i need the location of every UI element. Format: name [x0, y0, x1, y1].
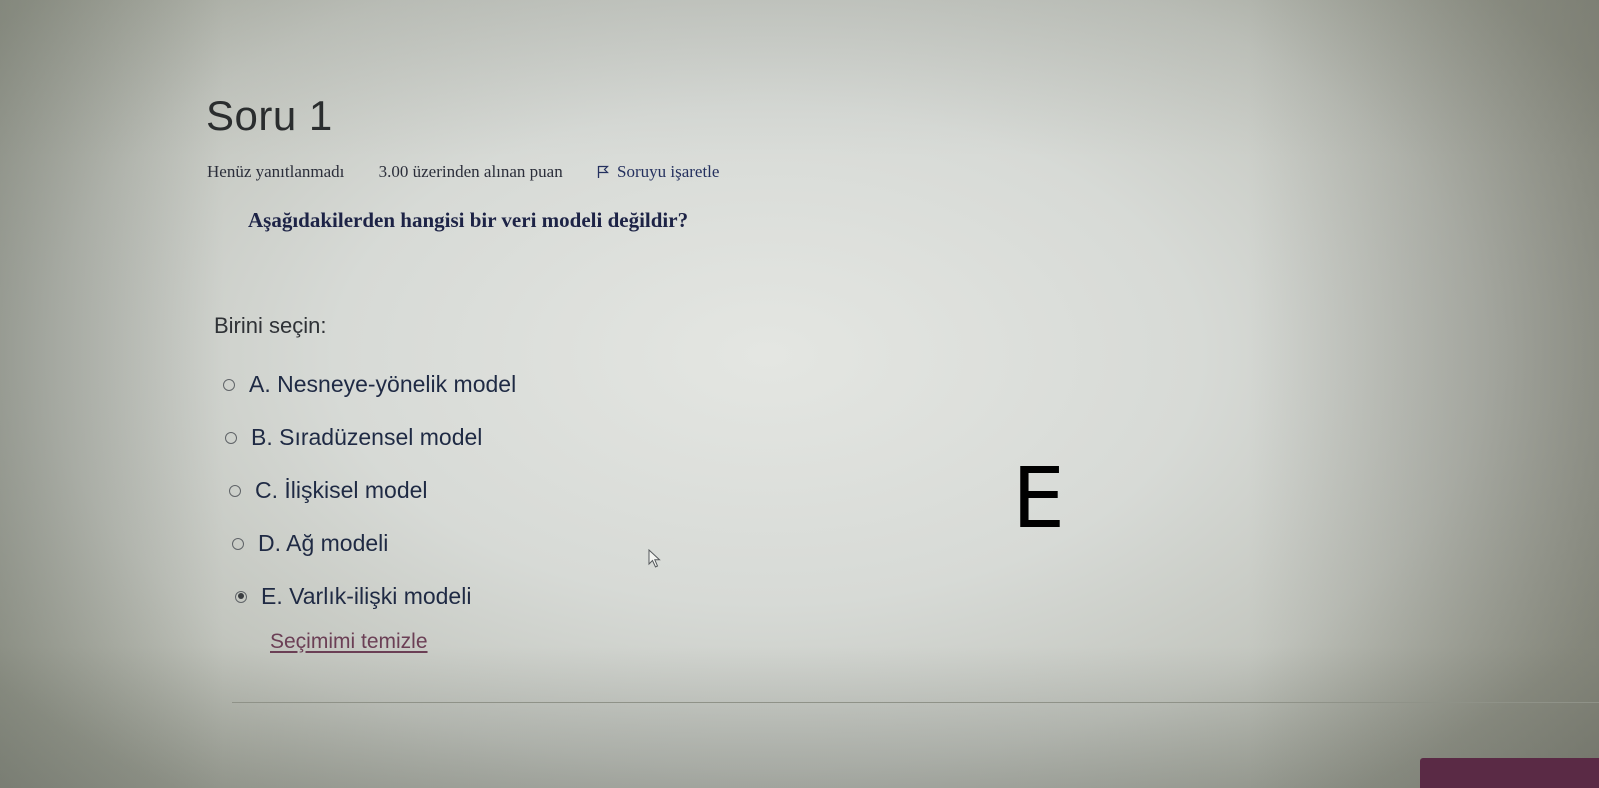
- answer-label-b: B. Sıradüzensel model: [251, 424, 483, 450]
- answer-option-c[interactable]: C. İlişkisel model: [229, 464, 516, 517]
- answer-option-e[interactable]: E. Varlık-ilişki modeli: [235, 570, 516, 623]
- radio-button-a[interactable]: [223, 378, 235, 391]
- radio-button-b[interactable]: [225, 431, 237, 444]
- question-info: Henüz yanıtlanmadı 3.00 üzerinden alınan…: [207, 162, 719, 182]
- flag-question-label: Soruyu işaretle: [616, 162, 720, 181]
- divider: [232, 702, 1599, 703]
- mouse-cursor-icon: [648, 549, 661, 568]
- flag-icon: [597, 165, 609, 178]
- answer-label-d: D. Ağ modeli: [258, 530, 389, 556]
- answer-option-b[interactable]: B. Sıradüzensel model: [225, 411, 516, 464]
- answer-label-c: C. İlişkisel model: [255, 477, 428, 503]
- question-state: Henüz yanıtlanmadı: [207, 162, 345, 181]
- flag-question-link[interactable]: Soruyu işaretle: [597, 162, 719, 182]
- next-page-button[interactable]: [1420, 758, 1599, 788]
- answer-option-a[interactable]: A. Nesneye-yönelik model: [223, 358, 516, 411]
- clear-selection-link[interactable]: Seçimimi temizle: [270, 630, 428, 654]
- radio-button-c[interactable]: [229, 484, 241, 497]
- answer-option-d[interactable]: D. Ağ modeli: [232, 517, 516, 570]
- question-title: Soru 1: [206, 92, 333, 139]
- question-text: Aşağıdakilerden hangisi bir veri modeli …: [248, 208, 689, 232]
- question-grade: 3.00 üzerinden alınan puan: [378, 162, 563, 181]
- answer-list: A. Nesneye-yönelik model B. Sıradüzensel…: [223, 358, 516, 623]
- radio-button-e[interactable]: [235, 590, 247, 603]
- answer-label-a: A. Nesneye-yönelik model: [249, 371, 517, 397]
- answer-letter-overlay: E: [1012, 449, 1066, 547]
- radio-button-d[interactable]: [232, 537, 244, 550]
- answer-label-e: E. Varlık-ilişki modeli: [261, 583, 472, 609]
- answer-prompt: Birini seçin:: [214, 313, 327, 338]
